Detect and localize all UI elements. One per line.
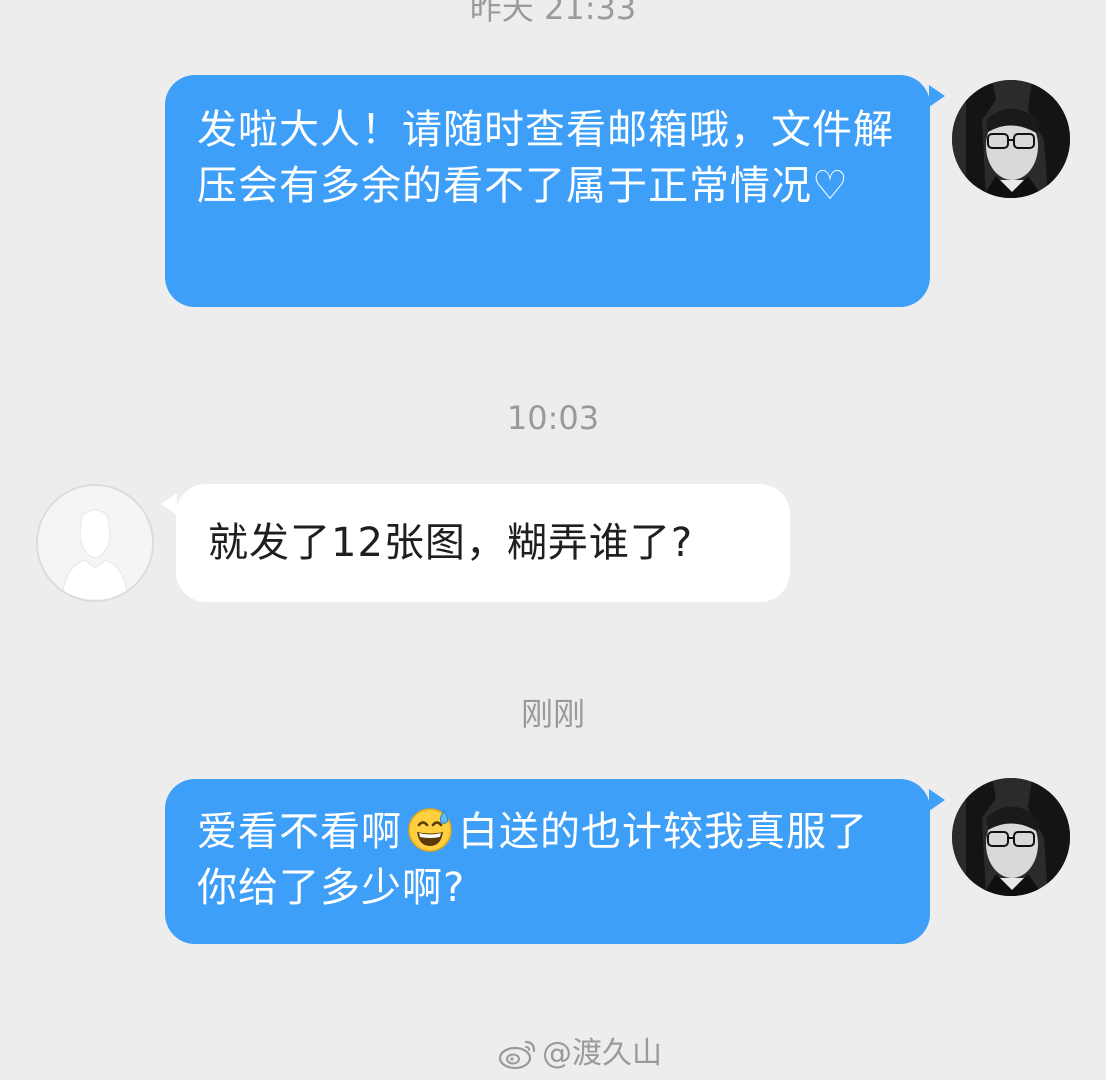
anime-girl-glasses-avatar-icon xyxy=(952,80,1070,198)
timestamp-just-now: 刚刚 xyxy=(520,695,585,733)
message-text: 爱看不看啊 xyxy=(197,809,402,855)
timestamp-yesterday: 昨天 21:33 xyxy=(469,0,637,27)
my-avatar[interactable] xyxy=(952,778,1070,896)
message-text: 就发了12张图，糊弄谁了? xyxy=(208,520,694,566)
default-user-avatar-icon xyxy=(38,486,152,600)
received-message-bubble[interactable]: 就发了12张图，糊弄谁了? xyxy=(176,484,790,602)
sent-message-bubble[interactable]: 爱看不看啊 白送的也计较我真服了你给了多少啊? xyxy=(165,779,930,944)
sent-message-bubble[interactable]: 发啦大人！请随时查看邮箱哦，文件解压会有多余的看不了属于正常情况♡ xyxy=(165,75,930,307)
bubble-tail xyxy=(161,493,177,515)
other-avatar[interactable] xyxy=(36,484,154,602)
grinning-face-with-sweat-emoji xyxy=(408,808,452,852)
bubble-tail xyxy=(929,789,945,811)
my-avatar[interactable] xyxy=(952,80,1070,198)
message-text: 发啦大人！请随时查看邮箱哦，文件解压会有多余的看不了属于正常情况♡ xyxy=(197,107,894,209)
bubble-tail xyxy=(929,85,945,107)
weibo-logo-icon xyxy=(498,1040,536,1070)
weibo-watermark: @渡久山 xyxy=(498,1034,662,1074)
watermark-text: @渡久山 xyxy=(542,1036,662,1071)
anime-girl-glasses-avatar-icon xyxy=(952,778,1070,896)
timestamp-1003: 10:03 xyxy=(506,399,600,437)
